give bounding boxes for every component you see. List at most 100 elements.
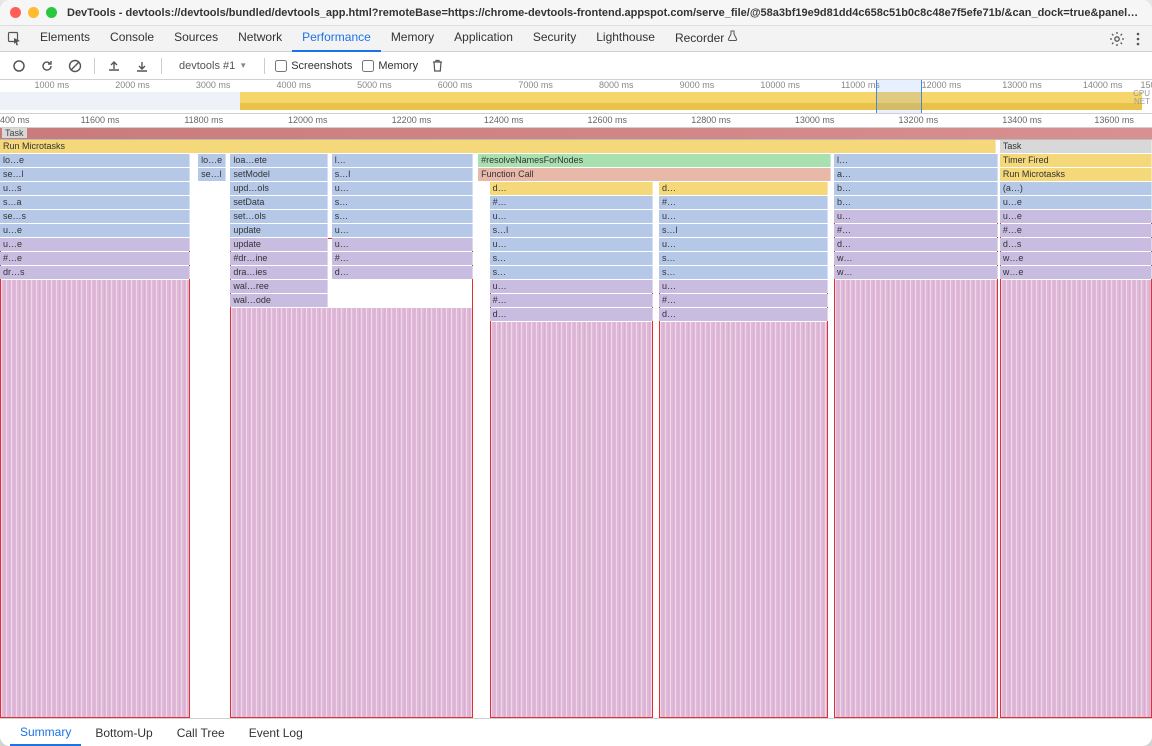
flame-block[interactable]: #…e — [1000, 224, 1152, 237]
zoom-window-button[interactable] — [46, 7, 57, 18]
flame-block[interactable]: update — [230, 224, 328, 237]
flame-block[interactable]: u…s — [0, 182, 190, 195]
garbage-collect-icon[interactable] — [428, 57, 446, 75]
flame-block[interactable]: loa…ete — [230, 154, 328, 167]
screenshots-checkbox[interactable]: Screenshots — [275, 60, 352, 72]
upload-profile-icon[interactable] — [105, 57, 123, 75]
main-tab-application[interactable]: Application — [444, 25, 523, 52]
flame-block[interactable]: update — [230, 238, 328, 251]
flame-block[interactable]: #… — [834, 224, 998, 237]
details-tab-event-log[interactable]: Event Log — [239, 721, 313, 745]
flame-block[interactable]: (a…) — [1000, 182, 1152, 195]
main-tab-security[interactable]: Security — [523, 25, 586, 52]
reload-record-button[interactable] — [38, 57, 56, 75]
flame-block[interactable]: u…e — [1000, 196, 1152, 209]
flame-block[interactable]: d… — [659, 308, 828, 321]
flame-block[interactable]: u…e — [1000, 210, 1152, 223]
flame-block[interactable]: b… — [834, 182, 998, 195]
flame-block[interactable]: lo…e — [0, 154, 190, 167]
flame-block[interactable]: s…l — [490, 224, 654, 237]
main-tab-performance[interactable]: Performance — [292, 25, 381, 52]
flame-block[interactable]: #… — [490, 294, 654, 307]
flame-block[interactable]: Run Microtasks — [1000, 168, 1152, 181]
flame-block[interactable]: w…e — [1000, 266, 1152, 279]
flame-block[interactable]: #… — [659, 196, 828, 209]
flame-block[interactable]: w… — [834, 252, 998, 265]
flame-block[interactable]: s… — [659, 266, 828, 279]
flame-block[interactable]: se…l — [0, 168, 190, 181]
close-window-button[interactable] — [10, 7, 21, 18]
deep-stack-region[interactable] — [0, 280, 190, 718]
deep-stack-region[interactable] — [834, 280, 998, 718]
deep-stack-region[interactable] — [659, 322, 828, 718]
flame-block[interactable]: #…e — [0, 252, 190, 265]
memory-checkbox[interactable]: Memory — [362, 60, 418, 72]
flame-block[interactable]: d… — [659, 182, 828, 195]
main-tab-elements[interactable]: Elements — [30, 25, 100, 52]
flame-block[interactable]: d… — [490, 308, 654, 321]
main-tab-network[interactable]: Network — [228, 25, 292, 52]
minimize-window-button[interactable] — [28, 7, 39, 18]
task-strip[interactable]: Task — [0, 128, 1152, 140]
flame-block[interactable]: setModel — [230, 168, 328, 181]
flame-block[interactable]: d… — [834, 238, 998, 251]
record-button[interactable] — [10, 57, 28, 75]
deep-stack-region[interactable] — [1000, 280, 1152, 718]
flame-block[interactable]: d…s — [1000, 238, 1152, 251]
flame-block[interactable]: s… — [490, 252, 654, 265]
flame-block[interactable]: Function Call — [478, 168, 831, 181]
flame-block[interactable]: se…l — [198, 168, 226, 181]
flame-block[interactable]: Timer Fired — [1000, 154, 1152, 167]
inspect-element-icon[interactable] — [6, 30, 24, 48]
profile-selector[interactable]: devtools #1 ▼ — [172, 57, 254, 75]
flame-block[interactable]: u… — [332, 182, 474, 195]
flame-block[interactable]: s… — [332, 196, 474, 209]
flame-block[interactable]: Run Microtasks — [0, 140, 996, 153]
flame-block[interactable]: w…e — [1000, 252, 1152, 265]
flame-block[interactable]: #… — [490, 196, 654, 209]
flame-block[interactable]: s…l — [659, 224, 828, 237]
timeline-overview[interactable]: 1000 ms2000 ms3000 ms4000 ms5000 ms6000 … — [0, 80, 1152, 114]
main-tab-sources[interactable]: Sources — [164, 25, 228, 52]
flame-block[interactable]: setData — [230, 196, 328, 209]
flame-block[interactable]: u…e — [0, 238, 190, 251]
flame-block[interactable]: s… — [659, 252, 828, 265]
flame-block[interactable]: w… — [834, 266, 998, 279]
flame-block[interactable]: s…a — [0, 196, 190, 209]
flame-block[interactable]: u… — [332, 224, 474, 237]
flame-chart[interactable]: Run MicrotasksTasklo…elo…eloa…etel…#reso… — [0, 140, 1152, 718]
flame-block[interactable]: u… — [490, 280, 654, 293]
flame-block[interactable]: u… — [490, 238, 654, 251]
flame-block[interactable]: se…s — [0, 210, 190, 223]
flame-block[interactable]: lo…e — [198, 154, 226, 167]
flame-block[interactable]: set…ols — [230, 210, 328, 223]
flame-block[interactable]: Task — [1000, 140, 1152, 153]
flame-block[interactable]: u… — [834, 210, 998, 223]
flame-block[interactable]: d… — [332, 266, 474, 279]
flame-block[interactable]: #… — [332, 252, 474, 265]
flame-block[interactable]: u…e — [0, 224, 190, 237]
details-tab-summary[interactable]: Summary — [10, 720, 81, 746]
main-tab-recorder[interactable]: Recorder — [665, 25, 749, 52]
flame-block[interactable]: d… — [490, 182, 654, 195]
flame-block[interactable]: u… — [332, 238, 474, 251]
flame-ruler[interactable]: 400 ms11600 ms11800 ms12000 ms12200 ms12… — [0, 114, 1152, 128]
flame-block[interactable]: s… — [332, 210, 474, 223]
flame-block[interactable]: b… — [834, 196, 998, 209]
details-tab-bottom-up[interactable]: Bottom-Up — [85, 721, 162, 745]
deep-stack-region[interactable] — [490, 322, 654, 718]
flame-block[interactable]: s… — [490, 266, 654, 279]
flame-block[interactable]: s…l — [332, 168, 474, 181]
flame-block[interactable]: upd…ols — [230, 182, 328, 195]
flame-block[interactable]: wal…ree — [230, 280, 328, 293]
details-tab-call-tree[interactable]: Call Tree — [167, 721, 235, 745]
clear-button[interactable] — [66, 57, 84, 75]
flame-block[interactable]: #… — [659, 294, 828, 307]
flame-block[interactable]: l… — [834, 154, 998, 167]
flame-block[interactable]: dra…ies — [230, 266, 328, 279]
main-tab-lighthouse[interactable]: Lighthouse — [586, 25, 665, 52]
settings-gear-icon[interactable] — [1106, 28, 1128, 50]
more-menu-icon[interactable] — [1130, 28, 1146, 50]
flame-block[interactable]: l… — [332, 154, 474, 167]
overview-selection[interactable] — [876, 80, 922, 113]
